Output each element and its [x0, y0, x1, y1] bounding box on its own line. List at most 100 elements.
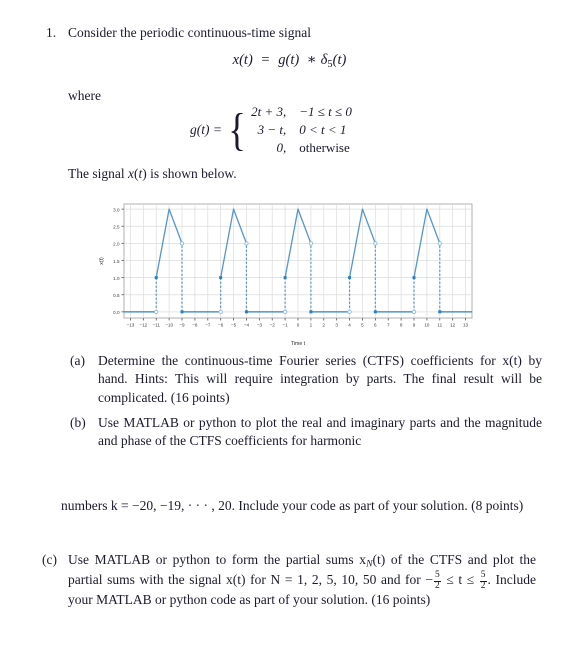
convolution-operator: ∗ — [306, 52, 317, 68]
part-c: (c) Use MATLAB or python to form the par… — [42, 551, 536, 610]
y-axis-tick-label: 2.0 — [113, 242, 120, 247]
document-page: 1. Consider the periodic continuous-time… — [0, 0, 579, 649]
part-c-text-3: ≤ t ≤ — [441, 571, 479, 587]
open-circle-marker — [282, 309, 288, 314]
x-axis-tick-label: −7 — [205, 323, 211, 328]
fraction-lower-numerator: 5 — [434, 569, 441, 582]
piecewise-definition: g(t) = { 2t + 3, −1 ≤ t ≤ 0 3 − t, 0 < t… — [190, 104, 352, 156]
equation-lhs: x(t) — [232, 52, 253, 68]
equation-equals: = — [261, 52, 270, 68]
open-circle-marker — [154, 309, 159, 314]
x-axis-tick-label: −1 — [282, 323, 288, 328]
y-axis-tick-label: 0.0 — [113, 310, 120, 315]
x-axis-tick-label: 4 — [348, 323, 351, 328]
x-axis-tick-label: −2 — [270, 323, 276, 328]
x-axis-tick-label: 2 — [322, 323, 325, 328]
x-axis-tick-label: −5 — [231, 323, 237, 328]
piecewise-value-2: 3 − t, — [257, 122, 287, 137]
x-axis-tick-label: 1 — [310, 323, 313, 328]
equation-delta-argument: (t) — [332, 52, 347, 68]
problem-intro: 1. Consider the periodic continuous-time… — [46, 24, 546, 42]
piecewise-condition-1: −1 ≤ t ≤ 0 — [299, 104, 352, 119]
x-axis-tick-label: −9 — [179, 323, 185, 328]
part-c-label: (c) — [42, 552, 57, 567]
open-circle-marker — [179, 241, 185, 246]
fraction-upper-bound: 52 — [479, 569, 487, 591]
part-a-label: (a) — [70, 353, 85, 368]
open-circle-marker — [218, 309, 223, 314]
fraction-upper-denominator: 2 — [480, 580, 486, 591]
piecewise-condition-2: 0 < t < 1 — [299, 122, 347, 137]
x-axis-tick-label: 7 — [387, 323, 390, 328]
fraction-lower-denominator: 2 — [435, 580, 440, 591]
x-axis-tick-label: −10 — [165, 323, 173, 328]
piecewise-lhs: g(t) = — [190, 122, 222, 137]
y-axis-label: x(t) — [99, 257, 105, 265]
problem-parts-list: (a) Determine the continuous-time Fourie… — [70, 352, 542, 458]
x-axis-tick-label: 10 — [424, 323, 430, 328]
filled-square-marker — [219, 276, 223, 280]
filled-square-marker — [244, 310, 248, 314]
x-axis-tick-label: 11 — [437, 323, 442, 328]
part-c-text-1: Use MATLAB or python to form the partial… — [68, 552, 367, 567]
x-axis-tick-label: 0 — [297, 323, 300, 328]
x-axis-tick-label: −13 — [127, 323, 135, 328]
piecewise-value-1: 2t + 3, — [251, 104, 287, 119]
caption-math-t: t — [138, 166, 143, 181]
filled-square-marker — [373, 310, 377, 314]
main-equation: x(t) = g(t) ∗ δ5(t) — [0, 52, 579, 70]
part-b-continued: numbers k = −20, −19, · · · , 20. Includ… — [61, 498, 524, 513]
signal-plot-svg: 0.00.51.01.52.02.53.0−13 −12 −11 −10 −9 −8 −7−… — [99, 203, 473, 347]
filled-square-marker — [309, 310, 313, 314]
x-axis-tick-label: 13 — [463, 323, 469, 328]
x-axis-tick-label: −3 — [257, 323, 263, 328]
x-axis-tick-label: −12 — [139, 323, 147, 328]
x-axis-tick-label: 12 — [450, 323, 456, 328]
part-c-text: Use MATLAB or python to form the partial… — [68, 551, 536, 610]
part-b: (b) Use MATLAB or python to plot the rea… — [70, 414, 542, 451]
piecewise-condition-3: otherwise — [299, 140, 350, 155]
y-axis-tick-label: 0.5 — [113, 293, 120, 298]
filled-square-marker — [412, 276, 416, 280]
signal-caption: The signal x(t) is shown below. — [68, 166, 237, 181]
filled-square-marker — [348, 276, 352, 280]
y-axis-tick-label: 2.5 — [113, 225, 120, 230]
where-label: where — [68, 88, 101, 103]
x-axis-tick-label: −8 — [192, 323, 198, 328]
fraction-lower-bound: 52 — [434, 569, 441, 591]
x-axis-tick-label: 3 — [335, 323, 338, 328]
filled-square-marker — [283, 276, 287, 280]
y-axis-tick-label: 3.0 — [113, 207, 120, 212]
x-axis-tick-label: 8 — [400, 323, 403, 328]
problem-intro-text: Consider the periodic continuous-time si… — [68, 25, 311, 40]
filled-square-marker — [180, 310, 184, 314]
open-circle-marker — [244, 241, 249, 246]
y-axis-tick-label: 1.0 — [113, 276, 120, 281]
x-axis-tick-label: 6 — [374, 323, 377, 328]
open-circle-marker — [347, 309, 352, 314]
open-circle-marker — [308, 241, 314, 246]
piecewise-value-3: 0, — [276, 140, 287, 155]
open-circle-marker — [411, 309, 417, 314]
part-b-label: (b) — [70, 415, 86, 431]
open-circle-marker — [437, 241, 442, 246]
filled-square-marker — [154, 276, 158, 280]
part-a-text: Determine the continuous-time Fourier se… — [98, 353, 542, 405]
equation-g-term: g(t) — [278, 52, 300, 68]
signal-plot-figure: 0.0 0.5 1.0 1.5 2.0 2.5 3.0 −13 −12 −11 −10 −9 −8 −7−… — [96, 198, 478, 348]
filled-square-marker — [438, 310, 442, 314]
x-axis-tick-label: 5 — [361, 323, 364, 328]
x-axis-tick-label: 9 — [413, 323, 416, 328]
part-a: (a) Determine the continuous-time Fourie… — [70, 352, 542, 407]
x-axis-tick-label: −4 — [244, 323, 250, 328]
x-axis-label: Time t — [291, 341, 306, 347]
caption-math-xt: x — [128, 166, 134, 181]
y-axis-tick-label: 1.5 — [113, 259, 120, 264]
fraction-upper-numerator: 5 — [479, 569, 487, 582]
problem-number: 1. — [46, 25, 57, 40]
x-axis-tick-label: −6 — [218, 323, 224, 328]
part-b-text: Use MATLAB or python to plot the real an… — [98, 415, 542, 449]
open-circle-marker — [373, 241, 378, 246]
x-axis-tick-label: −11 — [152, 323, 160, 328]
left-brace-glyph: { — [228, 104, 246, 156]
